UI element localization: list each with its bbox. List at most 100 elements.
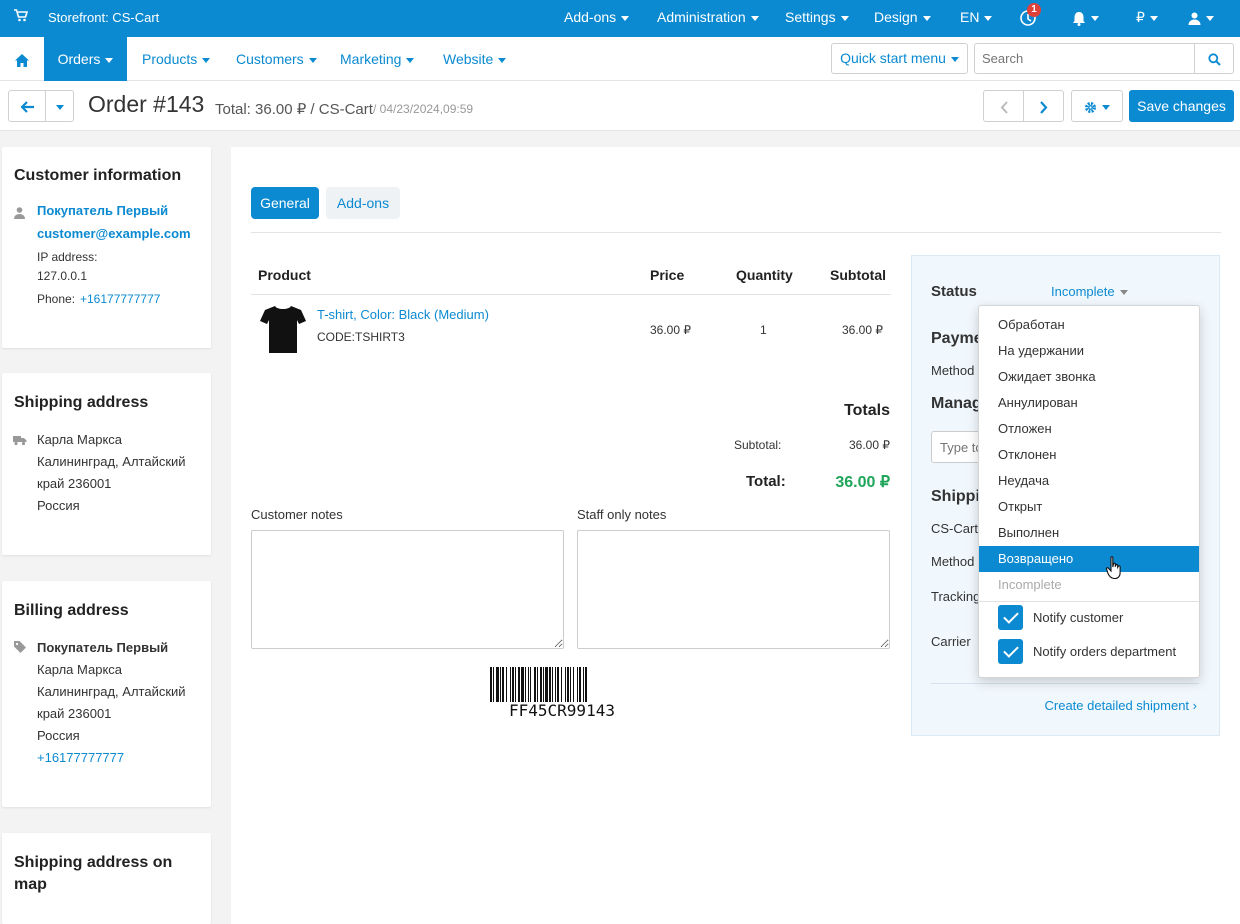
totals-title: Totals bbox=[844, 402, 890, 419]
chevron-down-icon bbox=[406, 57, 415, 63]
product-name-link[interactable]: T-shirt, Color: Black (Medium) bbox=[317, 307, 489, 322]
status-option-processed[interactable]: Обработан bbox=[979, 312, 1199, 338]
shipping-map-card: Shipping address on map bbox=[2, 833, 211, 924]
product-thumbnail[interactable] bbox=[260, 304, 306, 357]
save-changes-button[interactable]: Save changes bbox=[1129, 90, 1234, 122]
status-option-failed[interactable]: Неудача bbox=[979, 468, 1199, 494]
subtotal-label: Subtotal: bbox=[734, 438, 782, 452]
nav-products-label: Products bbox=[142, 51, 198, 67]
status-option-returned[interactable]: Возвращено bbox=[979, 546, 1199, 572]
back-button[interactable] bbox=[8, 90, 46, 122]
chevron-down-icon bbox=[105, 57, 114, 63]
chevron-down-icon bbox=[498, 57, 507, 63]
order-header: Order #143 Total: 36.00 ₽ / CS-Cart / 04… bbox=[0, 81, 1240, 131]
menu-settings[interactable]: Settings bbox=[785, 0, 849, 37]
gear-icon bbox=[1085, 101, 1096, 113]
storefront-link[interactable]: Storefront: CS-Cart bbox=[48, 0, 159, 37]
currency-selector[interactable]: ₽ bbox=[1136, 0, 1158, 37]
shipping-address-card: Shipping address Карла Маркса Калинингра… bbox=[2, 373, 211, 555]
settings-dropdown-button[interactable] bbox=[1071, 90, 1123, 122]
cart-icon[interactable] bbox=[14, 0, 29, 37]
tab-general[interactable]: General bbox=[251, 187, 319, 219]
phone-label: Phone: bbox=[37, 292, 76, 306]
shipping-line-1: Карла Маркса bbox=[37, 432, 123, 447]
menu-design-label: Design bbox=[874, 9, 918, 25]
shipping-line-4: Россия bbox=[37, 498, 80, 513]
billing-line-4: Россия bbox=[37, 728, 80, 743]
customer-name-link[interactable]: Покупатель Первый bbox=[37, 203, 168, 218]
home-icon bbox=[15, 53, 29, 67]
user-menu[interactable] bbox=[1188, 0, 1214, 37]
map-title-line-2: map bbox=[14, 876, 47, 893]
staff-notes-textarea[interactable] bbox=[577, 530, 890, 649]
prev-order-button[interactable] bbox=[983, 90, 1024, 122]
menu-divider bbox=[979, 601, 1199, 602]
rocket-notification[interactable]: 1 bbox=[1020, 0, 1041, 37]
bell-menu[interactable] bbox=[1072, 0, 1099, 37]
create-shipment-link[interactable]: Create detailed shipment › bbox=[1045, 698, 1198, 713]
tag-icon bbox=[14, 641, 26, 656]
customer-notes-textarea[interactable] bbox=[251, 530, 564, 649]
panel-divider bbox=[931, 683, 1199, 684]
menu-administration[interactable]: Administration bbox=[657, 0, 759, 37]
menu-design[interactable]: Design bbox=[874, 0, 931, 37]
notify-orders-label: Notify orders department bbox=[1033, 644, 1177, 659]
next-order-button[interactable] bbox=[1023, 90, 1064, 122]
chevron-down-icon bbox=[1102, 104, 1110, 110]
quick-start-menu-button[interactable]: Quick start menu bbox=[831, 43, 968, 74]
col-product: Product bbox=[258, 267, 311, 283]
search-icon bbox=[1207, 53, 1221, 66]
billing-phone-link[interactable]: +16177777777 bbox=[37, 750, 124, 765]
status-option-backordered[interactable]: Отложен bbox=[979, 416, 1199, 442]
nav-orders[interactable]: Orders bbox=[44, 37, 127, 81]
payment-heading: Payme bbox=[931, 330, 983, 347]
status-dropdown-toggle[interactable]: Incomplete bbox=[1051, 284, 1128, 299]
tabs-divider bbox=[251, 232, 1221, 233]
chevron-down-icon bbox=[950, 56, 959, 62]
carrier-label: Carrier bbox=[931, 634, 971, 649]
payment-method-label: Method bbox=[931, 363, 975, 378]
menu-addons[interactable]: Add-ons bbox=[564, 0, 630, 37]
hand-cursor-icon bbox=[1105, 556, 1124, 583]
customer-notes-label: Customer notes bbox=[251, 507, 343, 522]
back-dropdown-button[interactable] bbox=[45, 90, 74, 122]
status-option-on-hold[interactable]: На удержании bbox=[979, 338, 1199, 364]
chevron-down-icon bbox=[984, 15, 993, 21]
nav-website[interactable]: Website bbox=[443, 37, 507, 81]
ip-value: 127.0.0.1 bbox=[37, 269, 88, 283]
currency-label: ₽ bbox=[1136, 9, 1145, 25]
status-option-declined[interactable]: Отклонен bbox=[979, 442, 1199, 468]
customer-email-link[interactable]: customer@example.com bbox=[37, 226, 191, 241]
chevron-down-icon bbox=[922, 15, 931, 21]
search-button[interactable] bbox=[1194, 43, 1234, 74]
menu-addons-label: Add-ons bbox=[564, 9, 617, 25]
nav-customers[interactable]: Customers bbox=[236, 37, 317, 81]
home-button[interactable] bbox=[0, 37, 44, 81]
billing-address-card: Billing address Покупатель Первый Карла … bbox=[2, 581, 211, 807]
nav-marketing[interactable]: Marketing bbox=[340, 37, 415, 81]
nav-marketing-label: Marketing bbox=[340, 51, 402, 67]
notify-customer-checkbox[interactable] bbox=[998, 605, 1023, 630]
chevron-down-icon bbox=[308, 57, 317, 63]
nav-products[interactable]: Products bbox=[142, 37, 211, 81]
status-option-open[interactable]: Открыт bbox=[979, 494, 1199, 520]
phone-link[interactable]: +16177777777 bbox=[80, 292, 160, 306]
status-option-incomplete: Incomplete bbox=[998, 577, 1062, 592]
chevron-down-icon bbox=[202, 57, 211, 63]
product-subtotal: 36.00 ₽ bbox=[842, 323, 883, 337]
shipping-line-2: Калининград, Алтайский bbox=[37, 454, 186, 469]
status-option-canceled[interactable]: Аннулирован bbox=[979, 390, 1199, 416]
tab-addons[interactable]: Add-ons bbox=[326, 187, 400, 219]
customer-info-card: Customer information Покупатель Первый c… bbox=[2, 147, 211, 348]
status-label: Status bbox=[931, 283, 977, 300]
order-date: / 04/23/2024,09:59 bbox=[373, 102, 474, 116]
truck-icon bbox=[13, 434, 27, 449]
language-selector[interactable]: EN bbox=[960, 0, 993, 37]
search-input[interactable] bbox=[974, 43, 1195, 74]
status-option-awaiting-call[interactable]: Ожидает звонка bbox=[979, 364, 1199, 390]
notify-orders-checkbox[interactable] bbox=[998, 639, 1023, 664]
billing-address-title: Billing address bbox=[14, 602, 129, 619]
chevron-down-icon bbox=[621, 15, 630, 21]
status-option-complete[interactable]: Выполнен bbox=[979, 520, 1199, 546]
status-dropdown-menu: Обработан На удержании Ожидает звонка Ан… bbox=[978, 305, 1200, 678]
